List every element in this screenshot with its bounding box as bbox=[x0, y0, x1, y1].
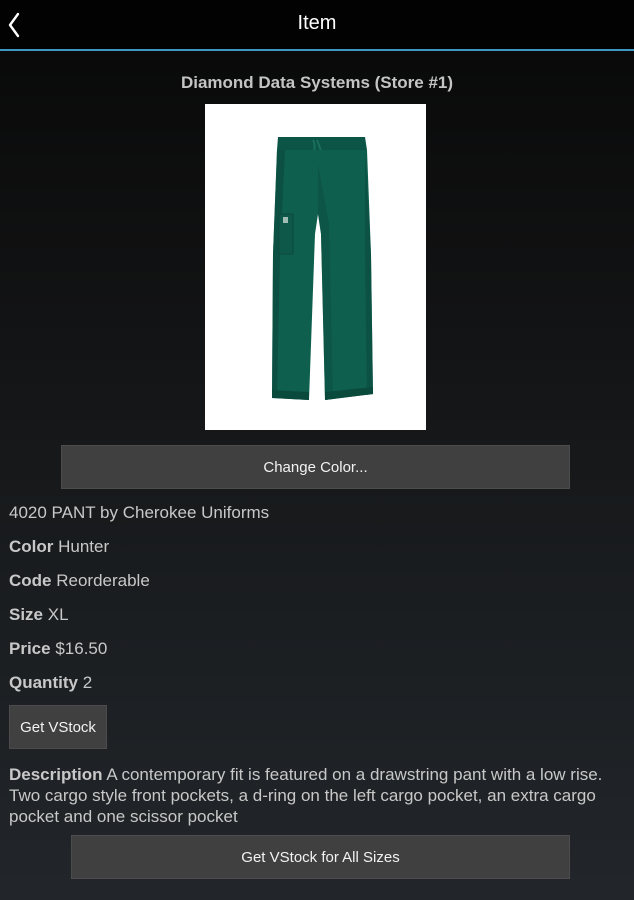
size-value: XL bbox=[47, 605, 69, 624]
quantity-row: Quantity 2 bbox=[9, 673, 92, 693]
store-name: Diamond Data Systems (Store #1) bbox=[180, 73, 454, 92]
get-vstock-all-sizes-button[interactable]: Get VStock for All Sizes bbox=[71, 835, 570, 879]
change-color-button[interactable]: Change Color... bbox=[61, 445, 570, 489]
color-row: Color Hunter bbox=[9, 537, 109, 557]
code-label: Code bbox=[9, 571, 52, 590]
description-block: Description A contemporary fit is featur… bbox=[9, 764, 629, 827]
description-label: Description bbox=[9, 765, 103, 784]
size-row: Size XL bbox=[9, 605, 69, 625]
quantity-value: 2 bbox=[82, 673, 93, 692]
top-app-bar: Item bbox=[0, 0, 634, 51]
product-image bbox=[205, 104, 426, 430]
code-row: Code Reorderable bbox=[9, 571, 150, 591]
pant-image bbox=[272, 137, 373, 400]
size-label: Size bbox=[9, 605, 44, 624]
get-vstock-button[interactable]: Get VStock bbox=[9, 705, 107, 749]
quantity-label: Quantity bbox=[9, 673, 78, 692]
price-value: $16.50 bbox=[55, 639, 108, 658]
price-row: Price $16.50 bbox=[9, 639, 107, 659]
color-label: Color bbox=[9, 537, 54, 556]
item-screen: Item Diamond Data Systems (Store #1) Cha… bbox=[0, 0, 634, 900]
code-value: Reorderable bbox=[56, 571, 150, 590]
page-title: Item bbox=[297, 12, 337, 34]
color-value: Hunter bbox=[58, 537, 110, 556]
product-title: 4020 PANT by Cherokee Uniforms bbox=[9, 503, 270, 522]
price-label: Price bbox=[9, 639, 51, 658]
